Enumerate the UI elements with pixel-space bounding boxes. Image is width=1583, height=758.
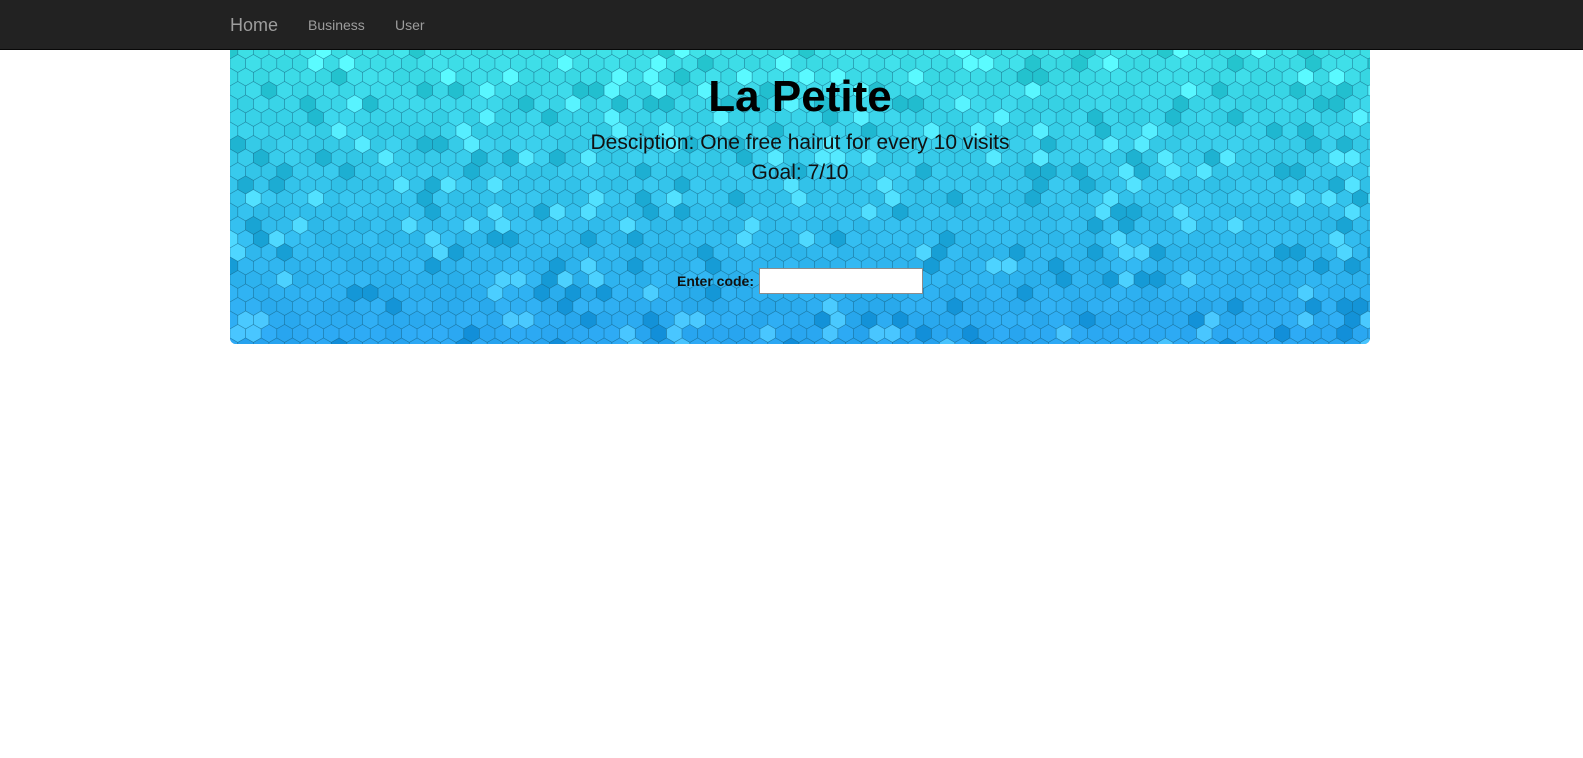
hero-content: La Petite Desciption: One free hairut fo… [230, 50, 1370, 344]
code-form: Enter code: [230, 268, 1370, 294]
code-label: Enter code: [676, 273, 754, 289]
top-navbar: Home Business User [0, 0, 1583, 50]
business-title: La Petite [708, 72, 892, 121]
business-description: Desciption: One free hairut for every 10… [590, 131, 1010, 154]
nav-user-link[interactable]: User [395, 16, 425, 34]
nav-home-link[interactable]: Home [230, 13, 278, 37]
business-jumbotron: La Petite Desciption: One free hairut fo… [230, 50, 1370, 344]
nav-business-link[interactable]: Business [308, 16, 365, 34]
code-input[interactable] [759, 268, 923, 294]
goal-progress: Goal: 7/10 [751, 161, 849, 184]
